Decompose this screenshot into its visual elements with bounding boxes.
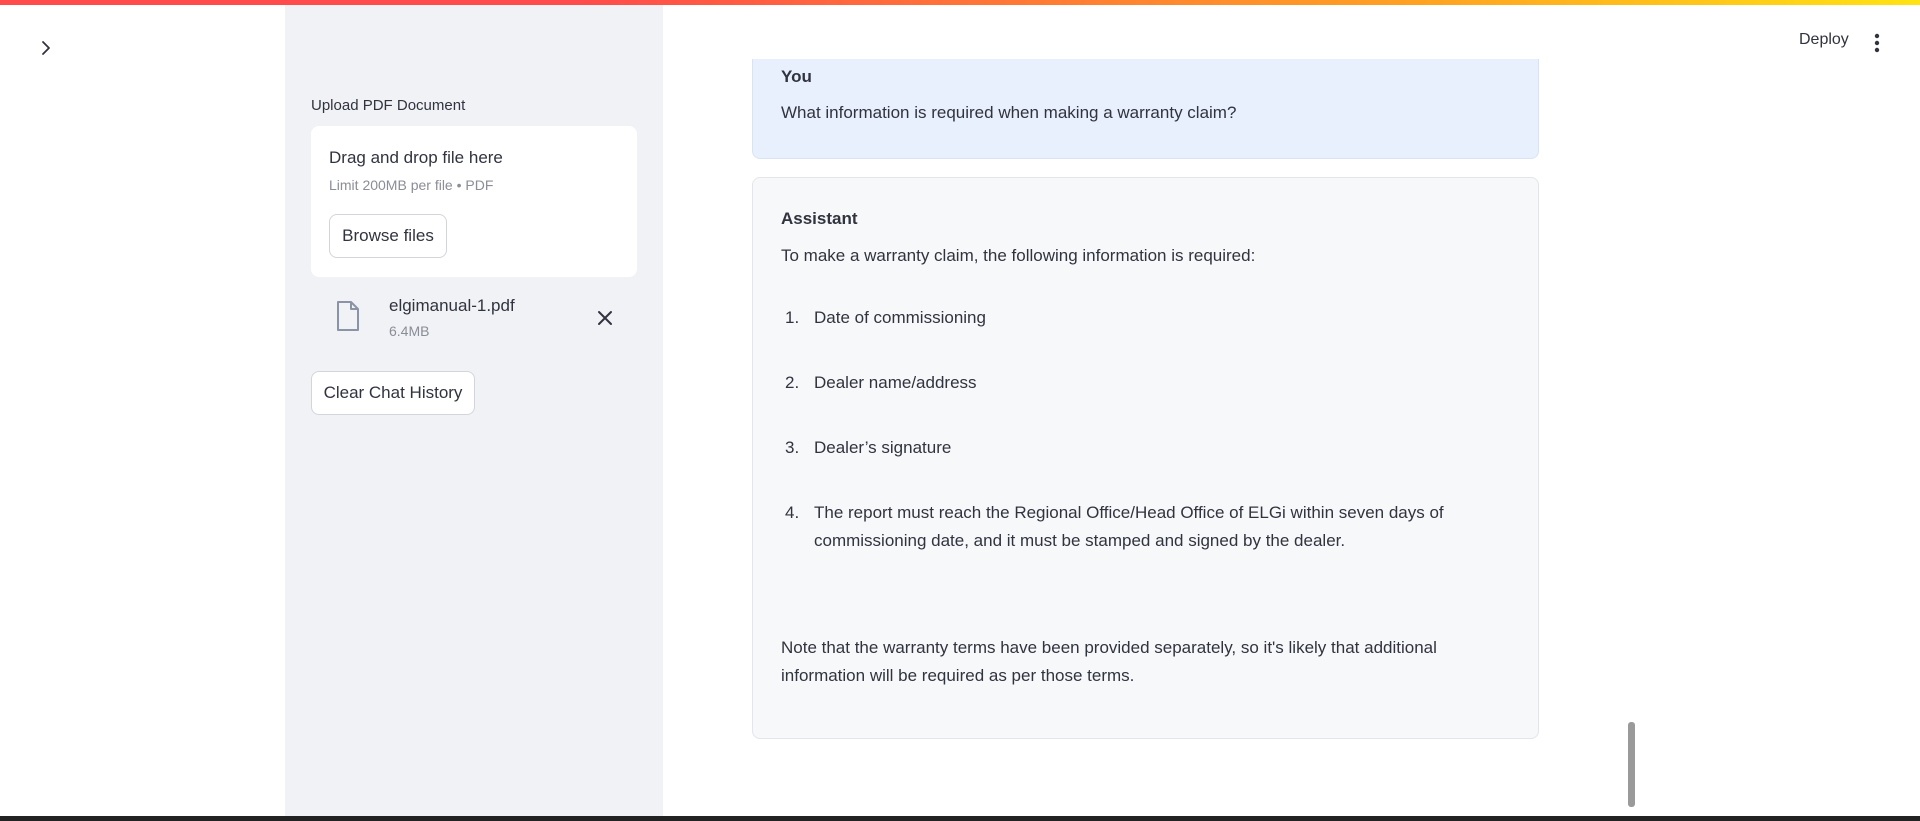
list-item-text: Date of commissioning	[814, 308, 986, 327]
user-role-label: You	[781, 67, 812, 86]
dropzone-title: Drag and drop file here	[329, 148, 503, 167]
user-message-text: What information is required when making…	[781, 103, 1237, 122]
close-icon	[598, 311, 612, 325]
assistant-role-label: Assistant	[781, 209, 858, 228]
dropzone-limit: Limit 200MB per file • PDF	[329, 177, 494, 193]
list-item-number: 1.	[785, 308, 800, 327]
collapsed-sidebar-strip	[0, 5, 285, 816]
list-item-text: Dealer name/address	[814, 373, 977, 392]
list-item-number: 3.	[785, 438, 800, 457]
clear-chat-history-button[interactable]: Clear Chat History	[311, 371, 475, 415]
more-vertical-icon	[1874, 33, 1880, 53]
expand-sidebar-button[interactable]	[34, 36, 58, 60]
assistant-message: Assistant To make a warranty claim, the …	[752, 177, 1539, 739]
chevron-right-icon	[42, 41, 50, 55]
browse-files-button[interactable]: Browse files	[329, 214, 447, 258]
file-name: elgimanual-1.pdf	[389, 296, 515, 315]
file-icon	[335, 300, 361, 332]
scrollbar-thumb[interactable]	[1628, 722, 1635, 807]
list-item-number: 2.	[785, 373, 800, 392]
upload-label: Upload PDF Document	[311, 97, 466, 114]
remove-file-button[interactable]	[593, 306, 617, 330]
bottom-edge	[0, 816, 1920, 821]
assistant-intro-text: To make a warranty claim, the following …	[781, 246, 1256, 265]
list-item-number: 4.	[785, 503, 800, 522]
main-menu-button[interactable]	[1866, 30, 1888, 56]
sidebar: Upload PDF Document Drag and drop file h…	[285, 5, 663, 816]
assistant-note-text: Note that the warranty terms have been p…	[781, 638, 1437, 685]
deploy-button[interactable]: Deploy	[1799, 31, 1849, 49]
user-message: You What information is required when ma…	[752, 59, 1539, 159]
uploaded-file-item: elgimanual-1.pdf 6.4MB	[311, 290, 637, 348]
file-size: 6.4MB	[389, 323, 430, 339]
list-item-text: Dealer’s signature	[814, 438, 952, 457]
file-dropzone[interactable]: Drag and drop file here Limit 200MB per …	[311, 126, 637, 277]
list-item-text: The report must reach the Regional Offic…	[814, 503, 1444, 550]
